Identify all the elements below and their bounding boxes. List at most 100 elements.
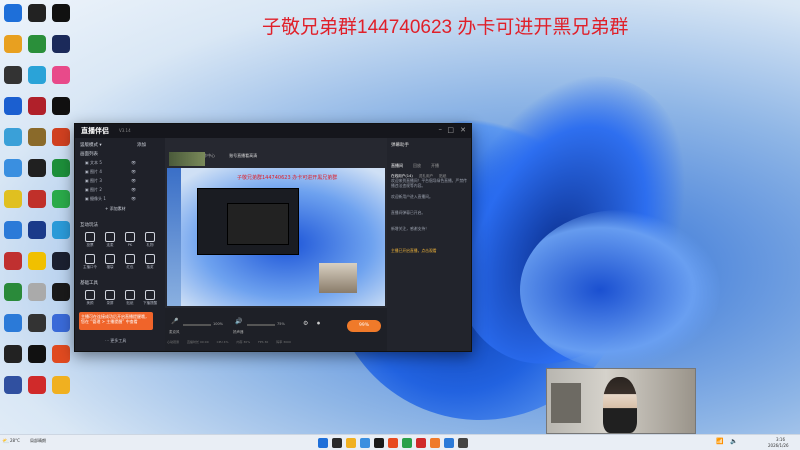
desktop-app-icon[interactable] <box>28 4 46 22</box>
taskbar-app-icon[interactable] <box>332 438 342 448</box>
desktop-app-icon[interactable] <box>4 128 22 146</box>
desktop-app-icon[interactable] <box>28 190 46 208</box>
eye-icon[interactable]: 👁 <box>131 160 136 165</box>
add-source-button[interactable]: + 添加素材 <box>105 206 126 212</box>
tool-button[interactable]: 福袋 <box>101 254 119 270</box>
add-scene-button[interactable]: 添加 <box>137 142 146 148</box>
tool-button[interactable]: 贴纸 <box>121 290 139 306</box>
tip-banner[interactable]: 主播可在连接成功后开启直播提醒哦，您在 “管理 > 主播提醒” 中查看 <box>79 312 153 330</box>
desktop-app-icon[interactable] <box>52 35 70 53</box>
desktop-app-icon[interactable] <box>52 66 70 84</box>
source-item[interactable]: ▣ 图片 4 <box>85 169 102 175</box>
desktop-app-icon[interactable] <box>52 283 70 301</box>
desktop-app-icon[interactable] <box>52 376 70 394</box>
weather-desc[interactable]: 局部晴朗 <box>30 438 46 444</box>
source-item[interactable]: ▣ 图片 2 <box>85 187 102 193</box>
desktop-app-icon[interactable] <box>52 128 70 146</box>
mic-icon[interactable]: 🎤 <box>171 318 178 325</box>
desktop-app-icon[interactable] <box>52 97 70 115</box>
desktop-app-icon[interactable] <box>52 345 70 363</box>
tool-button[interactable]: 连麦 <box>101 232 119 248</box>
tool-button[interactable]: 红包 <box>121 254 139 270</box>
chat-highlight[interactable]: 主播已开启直播，点击观看 <box>391 248 467 253</box>
start-menu-icon[interactable] <box>318 438 328 448</box>
eye-icon[interactable]: 👁 <box>131 169 136 174</box>
desktop-app-icon[interactable] <box>4 283 22 301</box>
eye-icon[interactable]: 👁 <box>131 196 136 201</box>
speaker-slider[interactable] <box>247 324 275 326</box>
desktop-app-icon[interactable] <box>28 128 46 146</box>
tool-button[interactable]: PK <box>121 232 139 248</box>
tool-button[interactable]: 录屏 <box>101 290 119 306</box>
taskbar-app-icon[interactable] <box>444 438 454 448</box>
weather-icon[interactable]: ⛅ <box>2 438 9 445</box>
desktop-app-icon[interactable] <box>4 314 22 332</box>
desktop-app-icon[interactable] <box>52 159 70 177</box>
scene-thumbnail[interactable] <box>169 152 205 166</box>
desktop-app-icon[interactable] <box>52 4 70 22</box>
desktop-app-icon[interactable] <box>4 4 22 22</box>
weather-temp[interactable]: 28°C <box>10 438 20 443</box>
mode-selector[interactable]: 竖版模式 ▾ <box>80 142 102 148</box>
tool-button[interactable]: 抽奖 <box>141 254 159 270</box>
tool-button[interactable]: 投票 <box>81 232 99 248</box>
stream-preview[interactable]: 子敬兄弟群144740623 办卡可进开黑兄弟群 <box>167 168 385 306</box>
tool-button[interactable]: 主播口令 <box>81 254 99 270</box>
source-item[interactable]: ▣ 文本 5 <box>85 160 102 166</box>
desktop-app-icon[interactable] <box>28 314 46 332</box>
more-tools-button[interactable]: ⋯ 更多工具 <box>105 338 126 344</box>
desktop-app-icon[interactable] <box>4 97 22 115</box>
desktop-app-icon[interactable] <box>52 252 70 270</box>
desktop-app-icon[interactable] <box>52 190 70 208</box>
desktop-app-icon[interactable] <box>28 252 46 270</box>
desktop-app-icon[interactable] <box>4 35 22 53</box>
desktop-app-icon[interactable] <box>52 314 70 332</box>
desktop-app-icon[interactable] <box>52 221 70 239</box>
desktop-app-icon[interactable] <box>4 190 22 208</box>
minimize-icon[interactable]: – <box>439 125 443 133</box>
start-live-button[interactable]: 99% <box>347 320 381 332</box>
desktop-app-icon[interactable] <box>28 221 46 239</box>
speaker-icon[interactable]: 🔊 <box>235 318 242 325</box>
desktop-app-icon[interactable] <box>28 159 46 177</box>
taskbar-app-icon[interactable] <box>430 438 440 448</box>
mic-slider[interactable] <box>183 324 211 326</box>
maximize-icon[interactable]: □ <box>447 126 454 134</box>
desktop-app-icon[interactable] <box>28 97 46 115</box>
source-item[interactable]: ▣ 图片 3 <box>85 178 102 184</box>
desktop-app-icon[interactable] <box>28 66 46 84</box>
settings-icon[interactable]: ⚙ <box>303 320 308 327</box>
desktop-app-icon[interactable] <box>4 252 22 270</box>
desktop-app-icon[interactable] <box>4 376 22 394</box>
desktop-app-icon[interactable] <box>28 283 46 301</box>
app-window[interactable]: 直播伴侣 V3.14 ✕ □ – 竖版模式 ▾ 添加 画面列表 ▣ 文本 5 👁 ▣… <box>74 123 472 352</box>
tool-button[interactable]: 礼物 <box>141 232 159 248</box>
taskbar-app-icon[interactable] <box>360 438 370 448</box>
tool-button[interactable]: 下播提醒 <box>141 290 159 306</box>
source-item[interactable]: ▣ 摄像头 1 <box>85 196 106 202</box>
taskbar-app-icon[interactable] <box>402 438 412 448</box>
title-bar[interactable]: 直播伴侣 V3.14 ✕ □ – <box>75 124 471 138</box>
taskbar-app-icon[interactable] <box>374 438 384 448</box>
desktop-app-icon[interactable] <box>4 159 22 177</box>
volume-icon[interactable]: 🔈 <box>730 438 737 445</box>
tool-button[interactable]: 美颜 <box>81 290 99 306</box>
desktop-app-icon[interactable] <box>28 35 46 53</box>
eye-icon[interactable]: 👁 <box>131 187 136 192</box>
clock-date[interactable]: 2026/1/26 <box>768 443 789 448</box>
desktop-app-icon[interactable] <box>4 345 22 363</box>
close-icon[interactable]: ✕ <box>460 126 466 134</box>
desktop-app-icon[interactable] <box>28 345 46 363</box>
desktop-app-icon[interactable] <box>4 221 22 239</box>
taskbar-app-icon[interactable] <box>346 438 356 448</box>
taskbar-app-icon[interactable] <box>458 438 468 448</box>
taskbar-app-icon[interactable] <box>388 438 398 448</box>
desktop-app-icon[interactable] <box>28 376 46 394</box>
preview-overlay-text: 子敬兄弟群144740623 办卡可进开黑兄弟群 <box>237 175 338 181</box>
desktop-app-icon[interactable] <box>4 66 22 84</box>
eye-icon[interactable]: 👁 <box>131 178 136 183</box>
record-icon[interactable]: ⏺ <box>317 320 320 328</box>
clock-time[interactable]: 3:16 <box>776 437 785 442</box>
wifi-icon[interactable]: 📶 <box>716 438 723 445</box>
taskbar-app-icon[interactable] <box>416 438 426 448</box>
